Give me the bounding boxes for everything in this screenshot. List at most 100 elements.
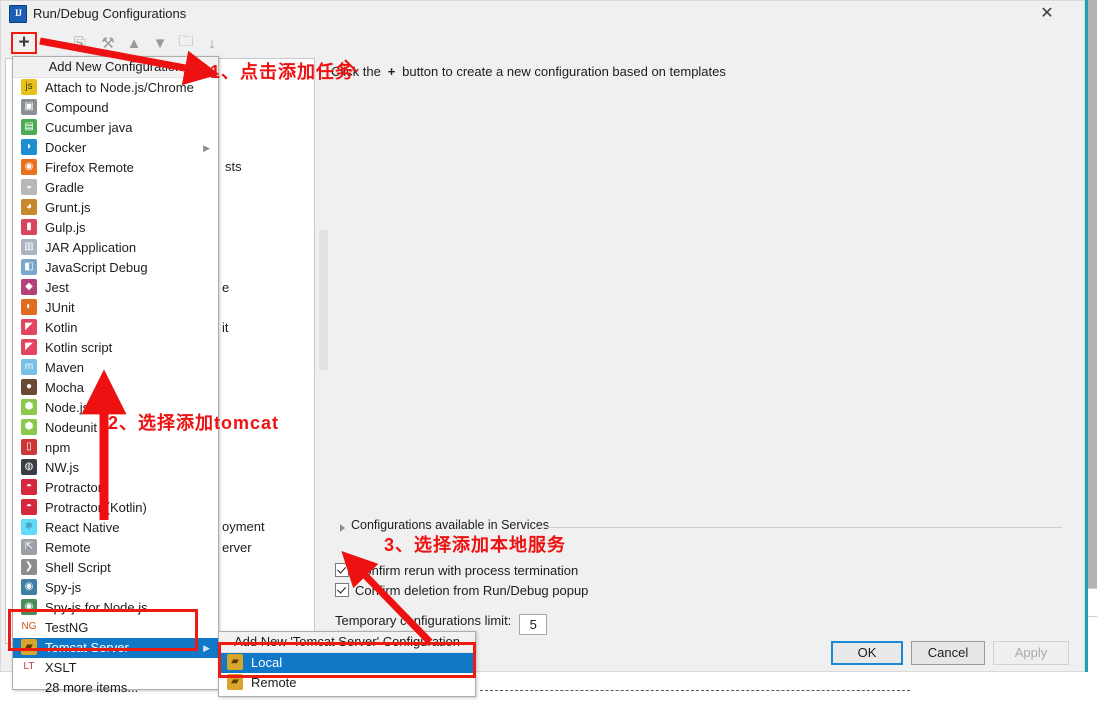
menu-item-mocha[interactable]: ● Mocha (13, 378, 218, 398)
menu-item-compound[interactable]: ▣ Compound (13, 98, 218, 118)
menu-item-label: npm (45, 440, 71, 455)
menu-item-label: XSLT (45, 660, 77, 675)
menu-item-spy-js[interactable]: ◉ Spy-js (13, 578, 218, 598)
menu-item-nw-js[interactable]: ◍ NW.js (13, 458, 218, 478)
menu-item-28-more-items[interactable]: 28 more items... (13, 678, 218, 698)
menu-item-node-js[interactable]: ⬢ Node.js (13, 398, 218, 418)
menu-item-javascript-debug[interactable]: ◧ JavaScript Debug (13, 258, 218, 278)
menu-item-label: Attach to Node.js/Chrome (45, 80, 194, 95)
submenu-item-local[interactable]: ▰ Local (219, 653, 475, 673)
list-fragment-server: erver (222, 540, 252, 555)
menu-item-testng[interactable]: NG TestNG (13, 618, 218, 638)
menu-item-label: Spy-js (45, 580, 82, 595)
remove-configuration-icon[interactable]: − (41, 32, 63, 54)
list-scrollbar[interactable] (319, 230, 328, 370)
menu-item-label: Mocha (45, 380, 85, 395)
close-icon[interactable]: ✕ (1036, 4, 1058, 24)
edit-templates-icon[interactable]: ⚒ (97, 32, 119, 54)
menu-item-label: Kotlin script (45, 340, 113, 355)
plus-icon: + (387, 64, 396, 79)
add-configuration-icon[interactable]: + (13, 32, 35, 54)
list-fragment-it: it (222, 320, 229, 335)
spy-js-icon: ◉ (21, 579, 37, 595)
confirm-deletion-label: Confirm deletion from Run/Debug popup (355, 583, 589, 598)
menu-item-label: React Native (45, 520, 120, 535)
menu-item-jar-application[interactable]: ▥ JAR Application (13, 238, 218, 258)
menu-item-kotlin-script[interactable]: ◤ Kotlin script (13, 338, 218, 358)
configurations-toolbar: + − ⎘ ⚒ ▲ ▼ 🗀 ↓ (5, 31, 229, 57)
menu-item-label: Remote (45, 540, 91, 555)
menu-item-cucumber-java[interactable]: ▤ Cucumber java (13, 118, 218, 138)
menu-item-protractor-kotlin[interactable]: ◓ Protractor (Kotlin) (13, 498, 218, 518)
spy-js-for-node-js-icon: ◉ (21, 599, 37, 615)
menu-item-npm[interactable]: ▯ npm (13, 438, 218, 458)
menu-item-firefox-remote[interactable]: ◉ Firefox Remote (13, 158, 218, 178)
chevron-right-icon: ▶ (203, 643, 210, 653)
firefox-remote-icon: ◉ (21, 159, 37, 175)
chevron-right-icon: ▶ (203, 143, 210, 153)
ok-button[interactable]: OK (831, 641, 903, 665)
menu-item-label: Gradle (45, 180, 85, 195)
protractor-icon: ◓ (21, 479, 37, 495)
cancel-button[interactable]: Cancel (911, 641, 985, 665)
intellij-idea-icon: IJ (9, 5, 27, 23)
tomcat-server-icon: ▰ (21, 639, 37, 655)
confirm-rerun-checkbox-row[interactable]: Confirm rerun with process termination (335, 563, 578, 578)
submenu-header: Add New 'Tomcat Server' Configuration (219, 632, 475, 653)
menu-item-docker[interactable]: ◗ Docker ▶ (13, 138, 218, 158)
list-fragment-deployment: oyment (222, 519, 265, 534)
apply-button: Apply (993, 641, 1069, 665)
menu-item-jest[interactable]: ◆ Jest (13, 278, 218, 298)
dialog-title: Run/Debug Configurations (33, 6, 187, 21)
tomcat-server-submenu: Add New 'Tomcat Server' Configuration ▰ L… (218, 631, 476, 697)
move-up-icon[interactable]: ▲ (123, 32, 145, 54)
menu-item-xslt[interactable]: LT XSLT (13, 658, 218, 678)
menu-item-kotlin[interactable]: ◤ Kotlin (13, 318, 218, 338)
copy-configuration-icon[interactable]: ⎘ (69, 32, 91, 54)
chevron-right-icon[interactable] (340, 524, 345, 532)
menu-item-junit[interactable]: ◐ JUnit (13, 298, 218, 318)
background-grey-strip (1088, 0, 1097, 588)
move-down-icon[interactable]: ▼ (149, 32, 171, 54)
menu-item-tomcat-server[interactable]: ▰ Tomcat Server ▶ (13, 638, 218, 658)
menu-item-maven[interactable]: m Maven (13, 358, 218, 378)
react-native-icon: ⚛ (21, 519, 37, 535)
menu-item-label: Jest (45, 280, 69, 295)
menu-item-grunt-js[interactable]: ◕ Grunt.js (13, 198, 218, 218)
submenu-item-remote[interactable]: ▰ Remote (219, 673, 475, 693)
list-fragment-tests: sts (225, 159, 242, 174)
menu-item-label: Compound (45, 100, 109, 115)
configuration-details-panel (331, 58, 1081, 644)
menu-item-gulp-js[interactable]: ▮ Gulp.js (13, 218, 218, 238)
menu-item-label: Docker (45, 140, 87, 155)
checkbox-checked-icon[interactable] (335, 583, 349, 597)
menu-item-shell-script[interactable]: ❯ Shell Script (13, 558, 218, 578)
attach-to-node-js-chrome-icon: js (21, 79, 37, 95)
new-folder-icon[interactable]: 🗀 (175, 32, 197, 54)
nodeunit-icon: ⬢ (21, 419, 37, 435)
tomcat-icon: ▰ (227, 654, 243, 670)
checkbox-checked-icon[interactable] (335, 563, 349, 577)
menu-item-nodeunit[interactable]: ⬢ Nodeunit (13, 418, 218, 438)
confirm-deletion-checkbox-row[interactable]: Confirm deletion from Run/Debug popup (335, 583, 588, 598)
menu-item-attach-to-node-js-chrome[interactable]: js Attach to Node.js/Chrome (13, 78, 218, 98)
npm-icon: ▯ (21, 439, 37, 455)
menu-item-protractor[interactable]: ◓ Protractor (13, 478, 218, 498)
maven-icon: m (21, 359, 37, 375)
temp-limit-input[interactable]: 5 (519, 614, 548, 635)
menu-item-spy-js-for-node-js[interactable]: ◉ Spy-js for Node.js (13, 598, 218, 618)
menu-item-label: JAR Application (45, 240, 137, 255)
menu-header: Add New Configuration (13, 57, 218, 78)
services-section[interactable]: Configurations available in Services (337, 518, 1062, 535)
background-teal-accent-right (1085, 0, 1088, 672)
compound-icon: ▣ (21, 99, 37, 115)
menu-item-label: Spy-js for Node.js (45, 600, 148, 615)
menu-item-react-native[interactable]: ⚛ React Native (13, 518, 218, 538)
submenu-item-label: Remote (251, 675, 297, 690)
shell-script-icon: ❯ (21, 559, 37, 575)
menu-item-label: 28 more items... (45, 680, 139, 695)
menu-item-gradle[interactable]: ◒ Gradle (13, 178, 218, 198)
sort-alphabetically-icon[interactable]: ↓ (201, 32, 223, 54)
menu-item-remote[interactable]: ⇱ Remote (13, 538, 218, 558)
node-js-icon: ⬢ (21, 399, 37, 415)
